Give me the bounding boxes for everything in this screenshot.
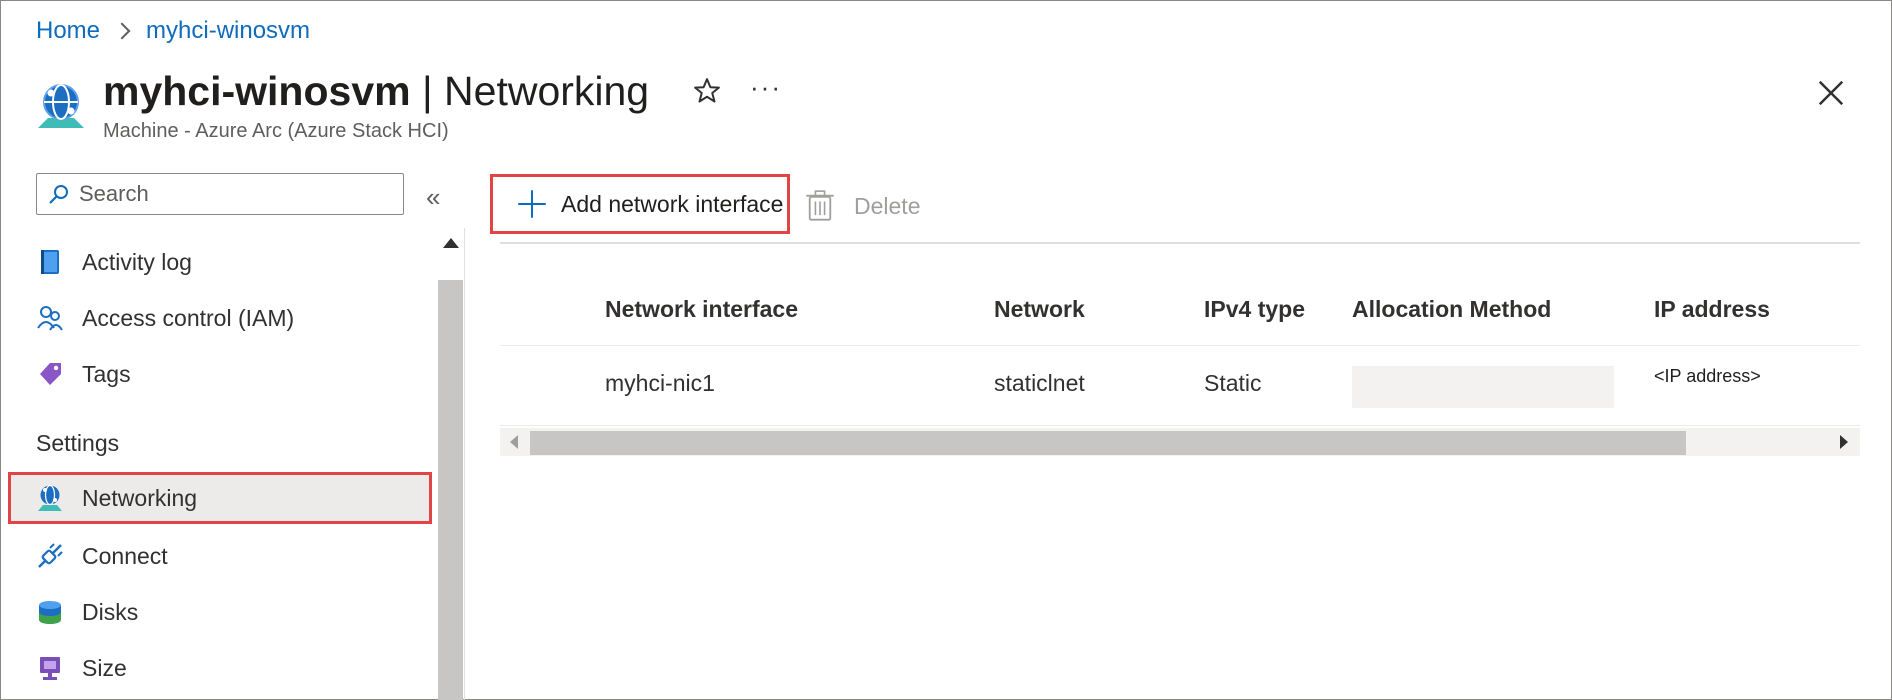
breadcrumb: Home myhci-winosvm bbox=[36, 16, 310, 46]
column-header-ipv4-type[interactable]: IPv4 type bbox=[1204, 296, 1305, 323]
search-icon bbox=[49, 185, 68, 204]
resource-subtitle: Machine - Azure Arc (Azure Stack HCI) bbox=[103, 120, 449, 142]
people-icon bbox=[36, 304, 64, 332]
sidebar-item-label: Connect bbox=[82, 542, 168, 569]
cell-allocation-method bbox=[1352, 366, 1614, 408]
add-button-label: Add network interface bbox=[561, 190, 784, 217]
size-monitor-icon bbox=[36, 654, 64, 682]
sidebar-item-tags[interactable]: Tags bbox=[8, 348, 432, 400]
cell-network: staticlnet bbox=[994, 370, 1085, 396]
sidebar-item-size[interactable]: Size bbox=[8, 642, 432, 694]
sidebar-item-activity-log[interactable]: Activity log bbox=[8, 236, 432, 288]
sidebar-item-label: Activity log bbox=[82, 248, 192, 275]
sidebar-item-label: Access control (IAM) bbox=[82, 304, 295, 331]
activity-log-icon bbox=[36, 248, 64, 276]
blade-name: Networking bbox=[444, 68, 650, 114]
sidebar-scrollbar-thumb[interactable] bbox=[438, 280, 463, 700]
delete-button[interactable]: Delete bbox=[806, 190, 920, 222]
search-input[interactable] bbox=[79, 181, 379, 207]
networking-icon bbox=[36, 484, 64, 512]
sidebar-item-connect[interactable]: Connect bbox=[8, 530, 432, 582]
close-icon[interactable] bbox=[1816, 78, 1846, 108]
disks-icon bbox=[36, 598, 64, 626]
add-network-interface-button[interactable]: Add network interface bbox=[490, 174, 790, 234]
sidebar-item-networking[interactable]: Networking bbox=[8, 472, 432, 524]
column-header-network-interface[interactable]: Network interface bbox=[605, 296, 798, 323]
sidebar-item-access-control[interactable]: Access control (IAM) bbox=[8, 292, 432, 344]
cell-ipv4-type: Static bbox=[1204, 370, 1262, 396]
settings-section-title: Settings bbox=[36, 430, 120, 456]
connect-plug-icon bbox=[36, 542, 64, 570]
sidebar-item-label: Disks bbox=[82, 598, 139, 625]
resource-name: myhci-winosvm bbox=[103, 68, 411, 114]
cell-network-interface[interactable]: myhci-nic1 bbox=[605, 370, 715, 397]
plus-icon bbox=[518, 190, 546, 218]
toolbar-divider bbox=[500, 242, 1860, 244]
scroll-left-arrow-icon[interactable] bbox=[510, 435, 518, 449]
sidebar-item-label: Size bbox=[82, 654, 127, 681]
more-options-icon[interactable]: ··· bbox=[750, 72, 782, 103]
chevron-right-icon bbox=[113, 22, 131, 40]
sidebar-item-disks[interactable]: Disks bbox=[8, 586, 432, 638]
title-separator: | bbox=[410, 68, 445, 114]
breadcrumb-home[interactable]: Home bbox=[36, 17, 100, 45]
scroll-right-arrow-icon[interactable] bbox=[1840, 435, 1848, 449]
star-icon[interactable] bbox=[692, 76, 722, 106]
collapse-sidebar-icon[interactable]: « bbox=[426, 182, 440, 213]
column-header-network[interactable]: Network bbox=[994, 296, 1085, 323]
table-scrollbar-thumb[interactable] bbox=[530, 431, 1686, 455]
trash-icon bbox=[806, 190, 834, 221]
cell-ip-address: <IP address> bbox=[1654, 366, 1761, 386]
column-header-ip-address[interactable]: IP address bbox=[1654, 296, 1770, 323]
search-box[interactable] bbox=[36, 173, 404, 215]
sidebar-item-label: Tags bbox=[82, 360, 131, 387]
breadcrumb-resource[interactable]: myhci-winosvm bbox=[146, 17, 310, 45]
sidebar-divider bbox=[464, 228, 465, 700]
header-divider bbox=[500, 345, 1860, 346]
tag-icon bbox=[36, 360, 64, 388]
delete-button-label: Delete bbox=[854, 192, 921, 219]
column-header-allocation-method[interactable]: Allocation Method bbox=[1352, 296, 1551, 323]
scroll-up-arrow-icon[interactable] bbox=[443, 238, 459, 248]
page-title: myhci-winosvm | Networking bbox=[103, 64, 649, 118]
sidebar-item-label: Networking bbox=[82, 484, 198, 511]
row-divider bbox=[500, 425, 1860, 426]
networking-globe-icon bbox=[38, 84, 84, 128]
